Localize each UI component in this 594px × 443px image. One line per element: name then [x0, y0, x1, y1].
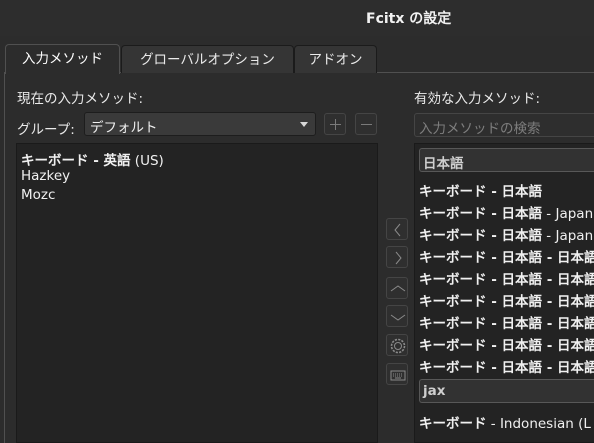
current-input-method-list[interactable]: キーボード - 英語 (US) Hazkey Mozc	[16, 143, 378, 443]
available-input-methods-heading: 有効な入力メソッド:	[414, 91, 541, 107]
list-item[interactable]: キーボード - 日本語 - 日本語	[419, 290, 594, 310]
chevron-left-icon	[394, 223, 401, 237]
list-item[interactable]: キーボード - 日本語 - 日本語	[419, 246, 594, 266]
group-label: グループ:	[17, 122, 75, 138]
move-up-button[interactable]	[386, 277, 408, 299]
tab-addons[interactable]: アドオン	[294, 45, 377, 73]
list-item[interactable]: キーボード - 英語 (US)	[21, 149, 164, 169]
dropdown-arrow-icon	[300, 122, 308, 127]
list-item[interactable]: キーボード - 日本語 - 日本語	[419, 268, 594, 288]
search-placeholder: 入力メソッドの検索	[419, 121, 541, 137]
list-item[interactable]: Mozc	[21, 187, 55, 203]
list-item[interactable]: キーボード - 日本語 - 日本語	[419, 334, 594, 354]
gear-icon	[390, 338, 406, 354]
group-header-jax[interactable]: jax	[419, 379, 594, 403]
keyboard-icon	[390, 370, 406, 381]
list-item[interactable]: キーボード - 日本語 - 日本語	[419, 356, 594, 376]
chevron-up-icon	[390, 285, 406, 292]
list-item[interactable]: キーボード - Indonesian (L	[419, 412, 591, 432]
search-input[interactable]: 入力メソッドの検索	[414, 113, 594, 137]
chevron-right-icon	[395, 251, 402, 265]
list-item[interactable]: Hazkey	[21, 168, 70, 184]
move-down-button[interactable]	[386, 305, 408, 327]
minus-icon	[361, 124, 372, 125]
list-item[interactable]: キーボード - 日本語 - Japan	[419, 202, 593, 222]
remove-group-button[interactable]	[355, 113, 377, 135]
chevron-down-icon	[390, 314, 406, 321]
tab-input-method[interactable]: 入力メソッド	[5, 44, 120, 74]
add-group-button[interactable]	[324, 113, 346, 135]
group-select-value: デフォルト	[90, 120, 158, 136]
list-item[interactable]: キーボード - 日本語 - 日本語	[419, 312, 594, 332]
list-item[interactable]: キーボード - 日本語	[419, 180, 542, 200]
keyboard-layout-button[interactable]	[386, 363, 408, 385]
window-title: Fcitx の設定	[366, 11, 452, 27]
tab-global-options[interactable]: グローバルオプション	[121, 45, 294, 73]
move-left-button[interactable]	[386, 218, 408, 240]
title-bar: Fcitx の設定	[0, 0, 594, 36]
group-header-japanese[interactable]: 日本語	[419, 148, 594, 172]
configure-button[interactable]	[386, 334, 408, 356]
current-input-methods-heading: 現在の入力メソッド:	[17, 91, 144, 107]
list-item[interactable]: キーボード - 日本語 - Japan	[419, 224, 593, 244]
move-right-button[interactable]	[386, 246, 408, 268]
group-select[interactable]: デフォルト	[84, 112, 316, 136]
